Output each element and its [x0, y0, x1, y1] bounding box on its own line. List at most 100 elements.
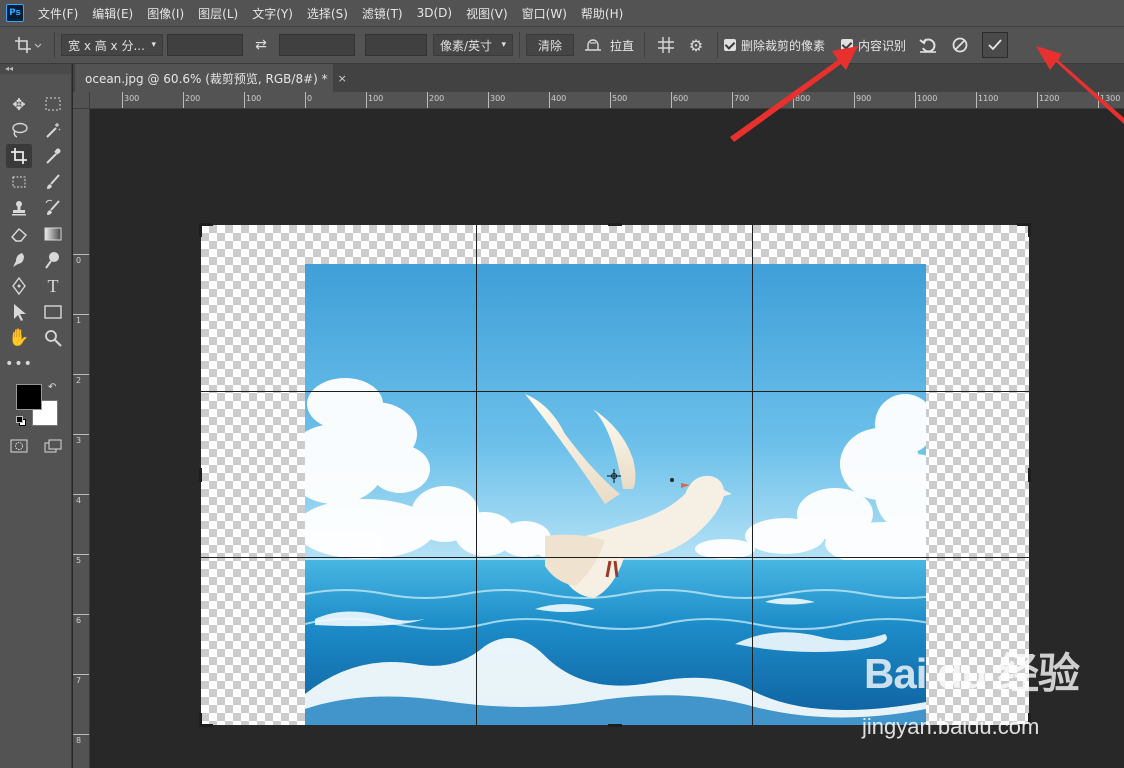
content-aware-checkbox[interactable]: 内容识别: [841, 37, 906, 54]
document-tab[interactable]: ocean.jpg @ 60.6% (裁剪预览, RGB/8#) * ×: [75, 64, 347, 92]
menu-layer[interactable]: 图层(L): [198, 5, 238, 22]
zoom-tool[interactable]: [40, 326, 66, 350]
ruler-tick: [610, 92, 611, 108]
menu-help[interactable]: 帮助(H): [581, 5, 623, 22]
width-field[interactable]: [167, 34, 243, 56]
commit-crop-button[interactable]: [982, 32, 1009, 58]
baidu-jingyan-logo: Bai du 经验: [864, 650, 1080, 697]
crop-handle-left[interactable]: [199, 468, 202, 482]
ruler-tick: [732, 92, 733, 108]
ocean-dove-photo: [305, 264, 926, 725]
chevron-down-icon: ▾: [501, 40, 506, 50]
gear-icon[interactable]: ⚙: [681, 36, 711, 55]
menu-type[interactable]: 文字(Y): [252, 5, 293, 22]
foreground-color-swatch[interactable]: [16, 384, 42, 410]
crop-tool[interactable]: [6, 144, 32, 168]
magic-wand-tool[interactable]: [40, 118, 66, 142]
quick-mask-icon: [10, 439, 28, 453]
ruler-tick-label: 200: [185, 94, 201, 103]
ruler-tick-label: 1300: [1100, 94, 1121, 103]
ruler-tick-label: 6: [76, 616, 82, 625]
ruler-tick: [122, 92, 123, 108]
delete-cropped-pixels-checkbox[interactable]: 删除裁剪的像素: [724, 37, 825, 54]
history-brush-icon: [45, 199, 60, 215]
height-field[interactable]: [279, 34, 355, 56]
ruler-tick-label: 1: [76, 316, 82, 325]
ruler-tick: [73, 314, 89, 315]
photoshop-window: Ps 文件(F) 编辑(E) 图像(I) 图层(L) 文字(Y) 选择(S) 滤…: [0, 0, 1124, 768]
frame-tool[interactable]: [6, 170, 32, 194]
gradient-tool[interactable]: [40, 222, 66, 246]
menu-select[interactable]: 选择(S): [307, 5, 348, 22]
swap-icon[interactable]: ⇄: [243, 37, 279, 53]
default-colors-icon[interactable]: [16, 416, 26, 426]
crop-handle-right[interactable]: [1028, 468, 1031, 482]
menu-view[interactable]: 视图(V): [466, 5, 508, 22]
menu-window[interactable]: 窗口(W): [522, 5, 567, 22]
menu-file[interactable]: 文件(F): [38, 5, 78, 22]
eraser-tool[interactable]: [6, 222, 32, 246]
collapse-panel-icon[interactable]: ◂◂: [0, 64, 71, 74]
delete-cropped-pixels-label: 删除裁剪的像素: [741, 38, 826, 53]
crop-handle-top-right[interactable]: [1028, 223, 1031, 237]
straighten-label[interactable]: 拉直: [610, 37, 634, 54]
ruler-tick: [73, 554, 89, 555]
crop-handle-top[interactable]: [608, 223, 622, 226]
magic-wand-icon: [46, 123, 61, 138]
resolution-field[interactable]: [365, 34, 427, 56]
hand-tool[interactable]: ✋: [6, 326, 32, 350]
move-tool[interactable]: ✥: [6, 92, 32, 116]
menu-bar: Ps 文件(F) 编辑(E) 图像(I) 图层(L) 文字(Y) 选择(S) 滤…: [0, 0, 1124, 26]
ruler-tick-label: 100: [246, 94, 262, 103]
crop-tool-preset-icon[interactable]: [8, 35, 48, 55]
swap-colors-icon[interactable]: ↶: [48, 382, 56, 393]
menu-filter[interactable]: 滤镜(T): [362, 5, 403, 22]
ruler-origin[interactable]: [73, 92, 90, 109]
pen-tool[interactable]: [6, 274, 32, 298]
move-icon: ✥: [12, 94, 26, 114]
smudge-tool[interactable]: [6, 248, 32, 272]
path-select-tool[interactable]: [6, 300, 32, 324]
cancel-icon[interactable]: [944, 37, 976, 53]
checkbox-checked-icon: [724, 39, 737, 51]
more-tools-button[interactable]: •••: [5, 352, 32, 376]
ruler-tick-label: 7: [76, 676, 82, 685]
clear-button[interactable]: 清除: [526, 34, 574, 56]
ratio-dropdown[interactable]: 宽 x 高 x 分... ▾: [61, 34, 163, 56]
ruler-tick: [73, 494, 89, 495]
ruler-tick-label: 2: [76, 376, 82, 385]
history-brush-tool[interactable]: [40, 196, 66, 220]
lasso-tool[interactable]: [6, 118, 32, 142]
straighten-icon[interactable]: [578, 38, 608, 52]
baidu-watermark: Bai du 经验 jingyan.baidu.com: [860, 640, 1100, 750]
brush-tool[interactable]: [40, 170, 66, 194]
menu-edit[interactable]: 编辑(E): [92, 5, 133, 22]
screen-mode-button[interactable]: [40, 434, 66, 458]
ruler-tick: [73, 734, 89, 735]
menu-image[interactable]: 图像(I): [147, 5, 184, 22]
ruler-tick-label: 800: [795, 94, 811, 103]
brush-icon: [47, 174, 60, 189]
quick-mask-button[interactable]: [6, 434, 32, 458]
ruler-tick: [73, 254, 89, 255]
rectangle-tool[interactable]: [40, 300, 66, 324]
stamp-tool[interactable]: [6, 196, 32, 220]
close-icon[interactable]: ×: [338, 72, 347, 85]
crop-handle-bottom-left[interactable]: [199, 713, 202, 727]
crop-handle-top-left[interactable]: [199, 223, 202, 237]
smudge-icon: [13, 253, 24, 267]
reset-icon[interactable]: [912, 37, 944, 53]
overlay-grid-icon[interactable]: [651, 36, 681, 54]
ruler-tick: [915, 92, 916, 108]
ruler-tick: [183, 92, 184, 108]
marquee-tool[interactable]: [40, 92, 66, 116]
crop-handle-bottom[interactable]: [608, 724, 622, 727]
type-tool[interactable]: T: [40, 274, 66, 298]
ruler-tick: [73, 614, 89, 615]
eyedropper-tool[interactable]: [40, 144, 66, 168]
ruler-tick-label: 300: [124, 94, 140, 103]
dodge-tool[interactable]: [40, 248, 66, 272]
menu-3d[interactable]: 3D(D): [417, 6, 452, 20]
gradient-icon: [44, 227, 62, 241]
unit-dropdown[interactable]: 像素/英寸 ▾: [433, 34, 513, 56]
